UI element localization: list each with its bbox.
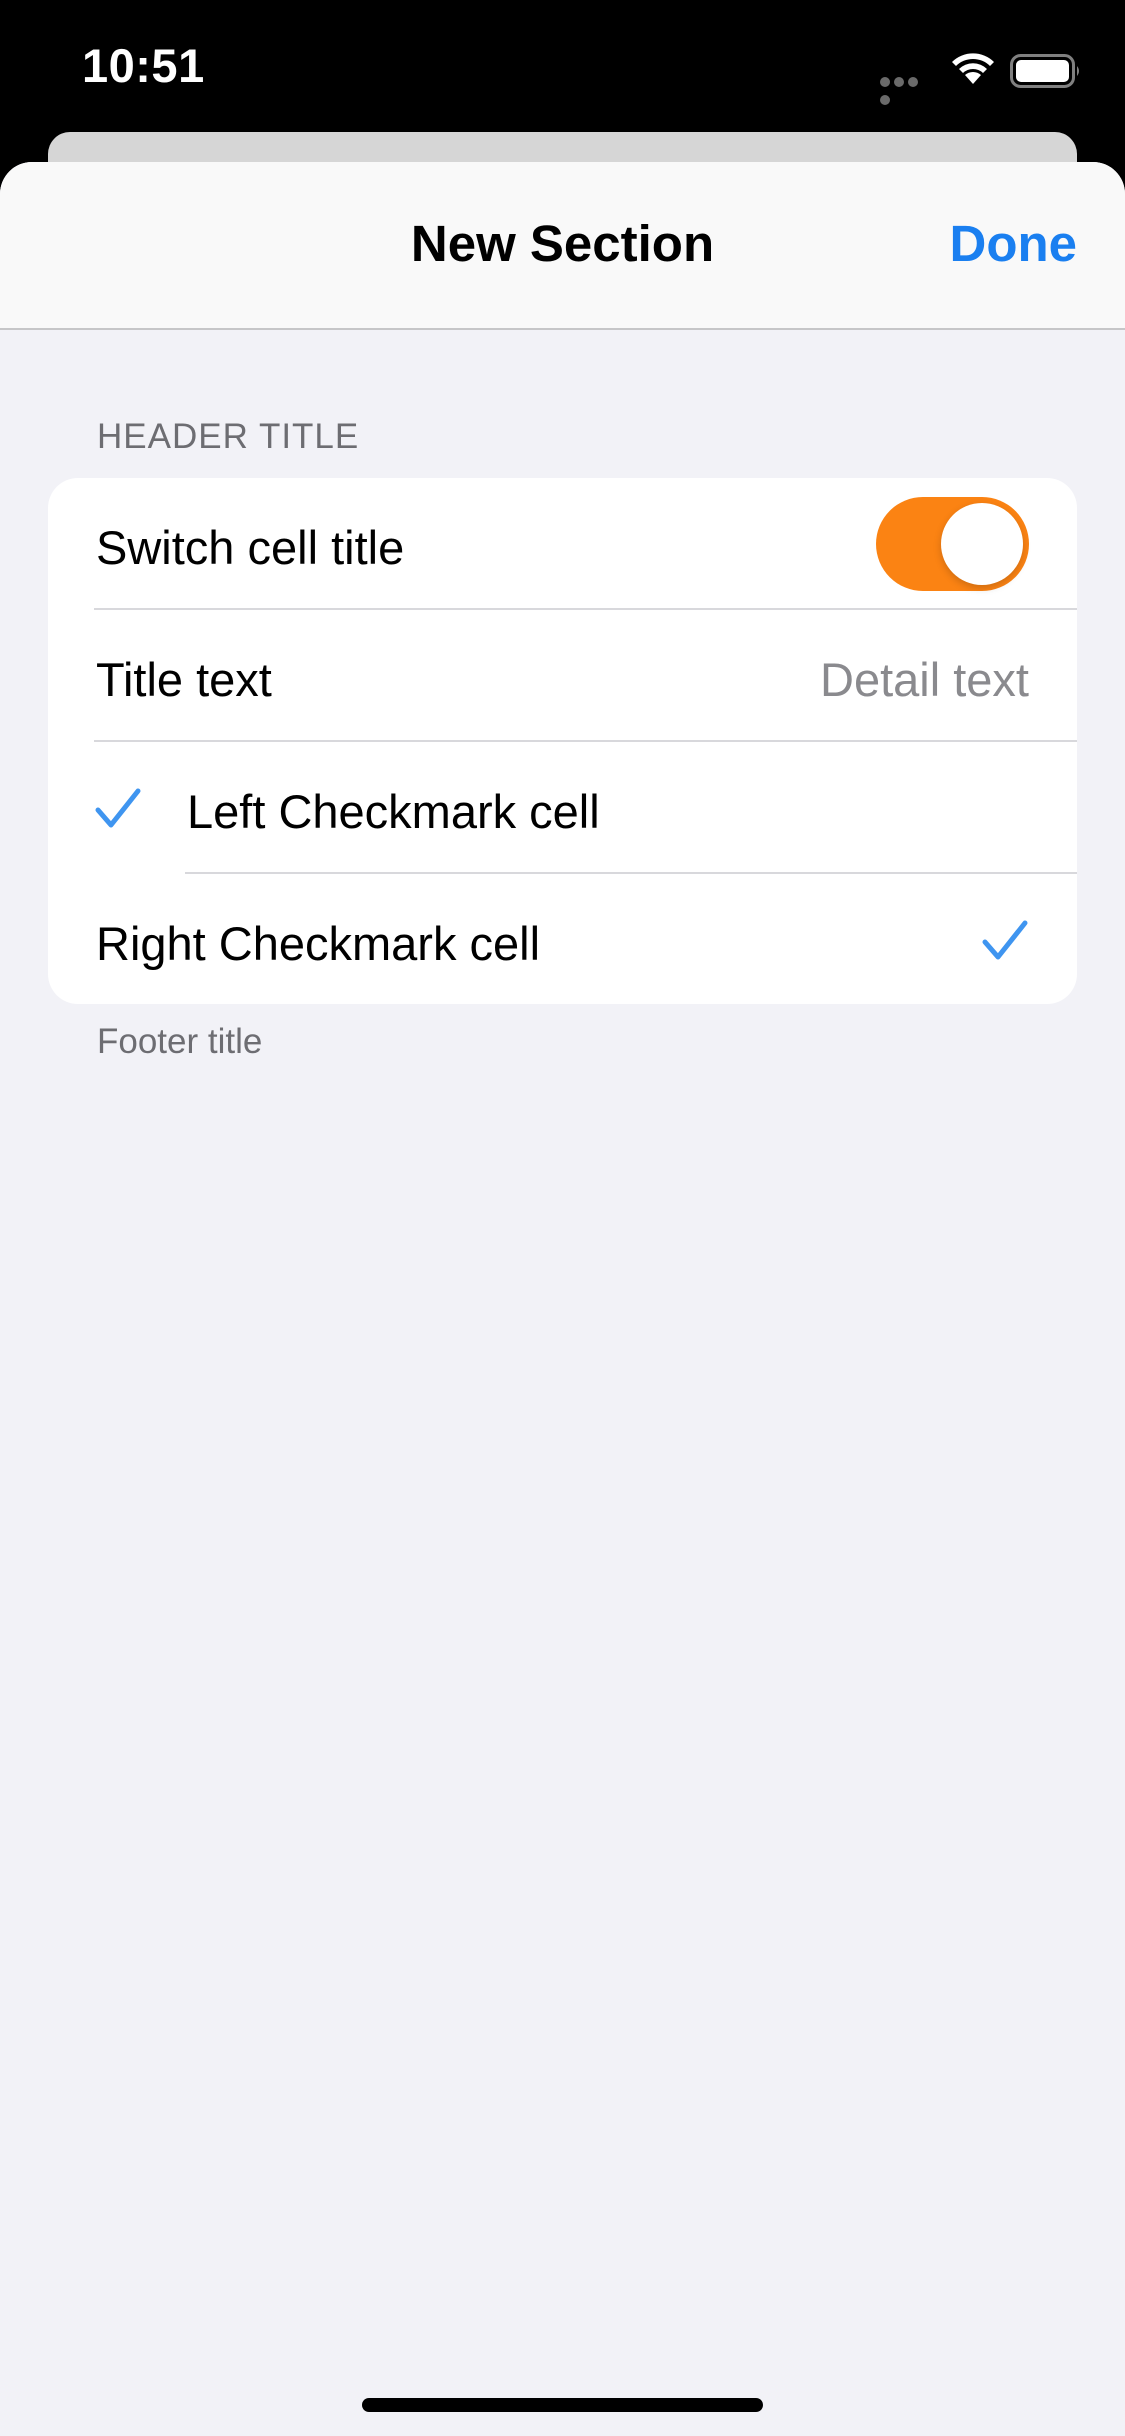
battery-icon	[1010, 54, 1079, 88]
wifi-icon	[952, 53, 994, 84]
detail-cell-value: Detail text	[820, 653, 1029, 706]
checkmark-icon	[95, 788, 141, 828]
detail-cell-title: Title text	[96, 653, 272, 706]
table-section: Switch cell title Title text Detail text…	[48, 478, 1077, 1004]
left-checkmark-cell-title: Left Checkmark cell	[187, 785, 600, 838]
detail-cell[interactable]: Title text Detail text	[48, 610, 1077, 742]
section-header: HEADER TITLE	[97, 417, 360, 456]
modal-sheet: New Section Done HEADER TITLE Switch cel…	[0, 162, 1125, 2436]
right-checkmark-cell[interactable]: Right Checkmark cell	[48, 874, 1077, 1004]
right-checkmark-cell-title: Right Checkmark cell	[96, 917, 541, 970]
section-footer: Footer title	[97, 1022, 263, 1061]
switch-toggle[interactable]	[876, 497, 1029, 591]
status-bar: 10:51	[0, 0, 1125, 132]
status-time: 10:51	[82, 39, 205, 92]
switch-cell-title: Switch cell title	[96, 521, 405, 574]
navigation-bar: New Section Done	[0, 162, 1125, 330]
switch-cell: Switch cell title	[48, 478, 1077, 610]
switch-knob	[941, 503, 1023, 585]
left-checkmark-cell[interactable]: Left Checkmark cell	[48, 742, 1077, 874]
home-indicator[interactable]	[362, 2398, 763, 2412]
cellular-signal-icon	[880, 74, 934, 105]
done-button[interactable]: Done	[950, 214, 1078, 273]
checkmark-icon	[982, 920, 1028, 960]
